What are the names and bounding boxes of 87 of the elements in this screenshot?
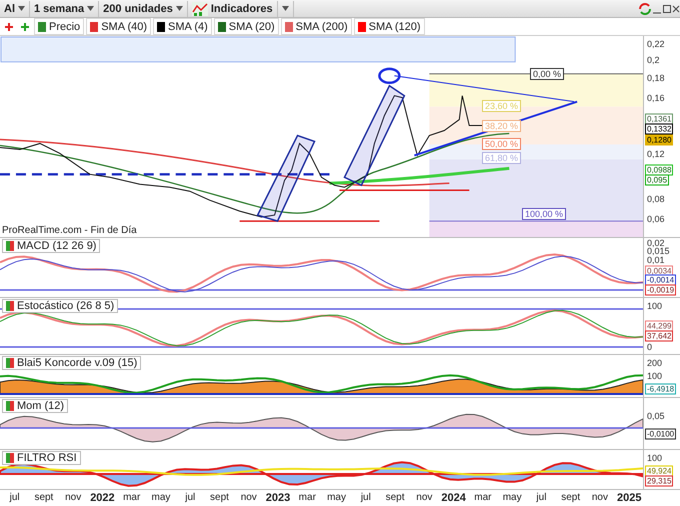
caret-icon <box>87 6 94 11</box>
axis-tick-label: 0,08 <box>647 194 665 204</box>
indicator-label[interactable]: MACD (12 26 9) <box>2 239 100 253</box>
date-axis-label: nov <box>590 491 609 505</box>
date-axis-label: jul <box>535 491 548 505</box>
close-icon[interactable] <box>672 2 680 14</box>
price-value-label: 0,095 <box>645 174 670 186</box>
axis-tick-label: 0,22 <box>647 39 665 50</box>
indicator-icon <box>6 241 14 251</box>
price-value-label: 0,1280 <box>645 134 674 145</box>
legend-item[interactable]: SMA (200) <box>280 18 352 35</box>
source-label: ProRealTime.com - Fin de Día <box>2 225 137 236</box>
date-axis-label: 2025 <box>616 491 642 506</box>
date-axis-label: may <box>150 491 172 505</box>
axis-tick-label: 0,05 <box>647 410 665 421</box>
date-axis-label: sept <box>209 491 230 505</box>
fibonacci-level-label: 100,00 % <box>522 208 566 220</box>
axis-tick-label: 0,06 <box>647 214 665 224</box>
indicator-value-label: -0,0100 <box>645 428 676 440</box>
axis-tick-label: 0,18 <box>647 73 665 84</box>
indicator-value-label: -6,4918 <box>645 384 676 395</box>
fibonacci-level-label: 38,20 % <box>482 120 522 132</box>
date-axis-label: jul <box>360 491 372 505</box>
date-axis-label: may <box>326 491 347 505</box>
date-axis-label: nov <box>415 491 434 505</box>
indicator-value-label: 44,299 <box>645 320 674 332</box>
date-axis-label: nov <box>64 491 82 505</box>
axis-tick-label: 100 <box>647 452 662 463</box>
indicator-label[interactable]: Estocástico (26 8 5) <box>2 299 118 313</box>
chart-icon <box>192 2 208 16</box>
legend-item[interactable]: Precio <box>34 18 84 35</box>
units-dropdown[interactable]: 200 unidades <box>99 0 188 16</box>
indicator-value-label: 29,315 <box>645 476 674 487</box>
indicator-label[interactable]: Blai5 Koncorde v.09 (15) <box>2 356 142 370</box>
indicator-icon <box>6 401 14 411</box>
maximize-icon[interactable] <box>662 2 672 14</box>
date-axis-label: 2022 <box>89 491 116 506</box>
fibonacci-level-label: 0,00 % <box>530 68 564 80</box>
axis-tick-label: 200 <box>647 358 662 368</box>
date-axis-label: sept <box>560 491 582 505</box>
instrument-dropdown[interactable]: Al <box>0 0 30 16</box>
date-axis-label: mar <box>122 491 142 505</box>
axis-tick-label: 0 <box>647 342 652 352</box>
date-axis-label: sept <box>384 491 406 505</box>
legend-item[interactable]: SMA (4) <box>153 18 212 35</box>
circle-marker <box>378 68 401 84</box>
date-axis-label: nov <box>240 491 258 505</box>
date-axis-label: mar <box>298 491 317 505</box>
indicator-label[interactable]: FILTRO RSI <box>2 451 81 465</box>
date-axis-label: 2024 <box>440 491 467 506</box>
fibonacci-level-label: 23,60 % <box>482 100 522 112</box>
indicator-value-label: 49,924 <box>645 466 674 477</box>
date-axis-label: 2023 <box>264 491 292 506</box>
indicators-button[interactable]: Indicadores <box>188 0 278 16</box>
period-dropdown[interactable]: 1 semana <box>30 0 100 16</box>
axis-tick-label: 0,015 <box>647 246 670 256</box>
date-axis-label: may <box>502 491 523 505</box>
axis-tick-label: 0,2 <box>647 55 660 66</box>
date-axis-label: jul <box>8 491 21 505</box>
date-axis-label: mar <box>473 491 492 505</box>
axis-tick-label: 100 <box>647 371 662 381</box>
indicator-icon <box>6 358 14 368</box>
axis-tick-label: 0,16 <box>647 93 665 104</box>
axis-tick-label: 100 <box>647 301 662 312</box>
fibonacci-level-label: 61,80 % <box>482 152 522 164</box>
caret-icon <box>176 6 183 11</box>
date-axis-label: jul <box>184 491 196 505</box>
price-value-label: 0,0988 <box>645 164 674 176</box>
caret-icon <box>282 6 289 11</box>
legend-item[interactable]: SMA (40) <box>86 18 152 35</box>
indicator-value-label: -0,0019 <box>645 284 676 296</box>
indicator-icon <box>6 453 14 463</box>
indicator-value-label: -0,0014 <box>645 274 676 286</box>
legend-item[interactable]: SMA (120) <box>354 18 425 35</box>
axis-tick-label: 0,01 <box>647 255 665 266</box>
date-axis-label: sept <box>33 491 54 505</box>
caret-icon <box>18 6 25 11</box>
indicator-value-label: 37,642 <box>645 330 674 342</box>
price-value-label: 0,1332 <box>645 124 674 135</box>
axis-tick-label: 0,12 <box>647 148 665 159</box>
legend-item[interactable]: SMA (20) <box>214 18 279 35</box>
indicator-label[interactable]: Mom (12) <box>2 399 68 413</box>
fibonacci-level-label: 50,00 % <box>482 138 522 150</box>
indicator-icon <box>6 301 14 311</box>
price-value-label: 0,1361 <box>645 114 674 125</box>
refresh-icon[interactable] <box>638 2 652 16</box>
axis-tick-label: 0,02 <box>647 238 665 248</box>
